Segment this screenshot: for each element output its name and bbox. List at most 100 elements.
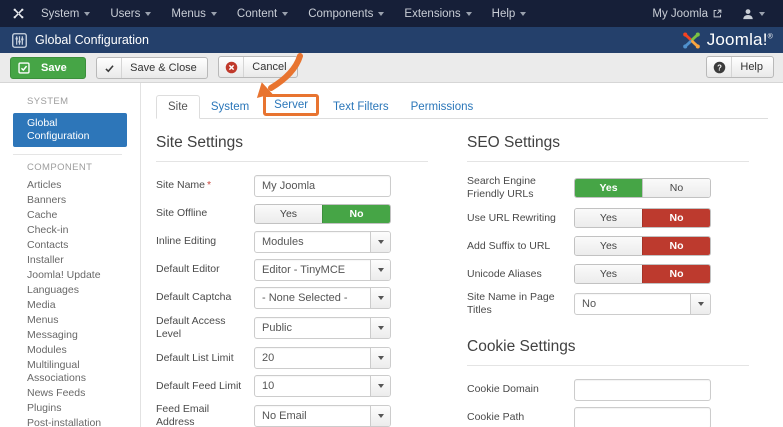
menu-extensions[interactable]: Extensions: [394, 0, 481, 27]
options-sliders-icon: [12, 33, 27, 48]
sef-urls-label: Search Engine Friendly URLs: [467, 175, 574, 201]
sidebar-item-messaging[interactable]: Messaging: [0, 328, 140, 343]
help-button[interactable]: ? Help: [706, 56, 774, 78]
sidebar-item-multilingual-associations[interactable]: Multilingual Associations: [0, 358, 140, 386]
help-label: Help: [740, 61, 763, 73]
feed-email-address-select[interactable]: No Email: [254, 405, 391, 427]
unicode-aliases-yes-button[interactable]: Yes: [575, 265, 642, 283]
config-tabs: Site System Server Text Filters Permissi…: [156, 94, 768, 119]
sidebar-item-menus[interactable]: Menus: [0, 313, 140, 328]
feed-email-address-row: Feed Email Address No Email: [156, 403, 428, 427]
feed-email-address-label: Feed Email Address: [156, 403, 254, 427]
cookie-domain-row: Cookie Domain: [467, 379, 749, 401]
seo-settings-heading: SEO Settings: [467, 130, 749, 162]
site-settings-heading: Site Settings: [156, 130, 428, 162]
default-list-limit-label: Default List Limit: [156, 352, 254, 365]
sidebar-item-installer[interactable]: Installer: [0, 253, 140, 268]
site-name-in-titles-select[interactable]: No: [574, 293, 711, 315]
toolbar-left: Save Save & Close Cancel: [10, 56, 304, 79]
sidebar-item-media[interactable]: Media: [0, 298, 140, 313]
save-and-close-button[interactable]: Save & Close: [96, 57, 208, 79]
default-feed-limit-label: Default Feed Limit: [156, 380, 254, 393]
sidebar-item-languages[interactable]: Languages: [0, 283, 140, 298]
cancel-icon: [219, 57, 244, 77]
site-preview-link[interactable]: My Joomla: [642, 0, 732, 27]
cookie-domain-input[interactable]: [574, 379, 711, 401]
sidebar-item-news-feeds[interactable]: News Feeds: [0, 386, 140, 401]
menu-menus[interactable]: Menus: [161, 0, 227, 27]
add-suffix-no-button[interactable]: No: [642, 237, 710, 255]
select-value: 10: [255, 380, 370, 392]
chevron-down-icon: [759, 12, 765, 16]
default-feed-limit-select[interactable]: 10: [254, 375, 391, 397]
form-columns: Site Settings Site Name* Site Offline Ye…: [156, 130, 768, 427]
menu-components-label: Components: [308, 8, 373, 20]
default-editor-select[interactable]: Editor - TinyMCE: [254, 259, 391, 281]
default-captcha-select[interactable]: - None Selected -: [254, 287, 391, 309]
save-button[interactable]: Save: [10, 57, 86, 79]
chevron-down-icon: [378, 12, 384, 16]
body-area: SYSTEM Global Configuration COMPONENT Ar…: [0, 83, 783, 427]
svg-text:?: ?: [717, 63, 722, 72]
sef-urls-yes-button[interactable]: Yes: [575, 179, 642, 197]
select-value: No Email: [255, 410, 370, 422]
tab-text-filters[interactable]: Text Filters: [322, 96, 400, 118]
tab-site[interactable]: Site: [156, 95, 200, 119]
menu-right: My Joomla: [642, 0, 775, 27]
sidebar-item-check-in[interactable]: Check-in: [0, 223, 140, 238]
default-list-limit-select[interactable]: 20: [254, 347, 391, 369]
add-suffix-yes-button[interactable]: Yes: [575, 237, 642, 255]
sidebar-item-modules[interactable]: Modules: [0, 343, 140, 358]
site-settings-rows: Site Name* Site Offline Yes No Inline Ed…: [156, 175, 428, 427]
tab-permissions[interactable]: Permissions: [400, 96, 485, 118]
menu-help[interactable]: Help: [482, 0, 537, 27]
joomla-logo-icon: [681, 30, 702, 51]
url-rewriting-no-button[interactable]: No: [642, 209, 710, 227]
sidebar-item-joomla-update[interactable]: Joomla! Update: [0, 268, 140, 283]
url-rewriting-yes-button[interactable]: Yes: [575, 209, 642, 227]
chevron-down-icon: [84, 12, 90, 16]
unicode-aliases-no-button[interactable]: No: [642, 265, 710, 283]
site-offline-label: Site Offline: [156, 207, 254, 220]
tab-server[interactable]: Server: [263, 94, 319, 116]
cookie-path-input[interactable]: [574, 407, 711, 427]
site-name-in-titles-row: Site Name in Page Titles No: [467, 291, 749, 317]
sidebar-item-banners[interactable]: Banners: [0, 193, 140, 208]
sef-urls-no-button[interactable]: No: [642, 179, 710, 197]
site-offline-no-button[interactable]: No: [322, 205, 390, 223]
sidebar-item-global-configuration[interactable]: Global Configuration: [13, 113, 127, 147]
chevron-down-icon: [370, 406, 390, 426]
joomla-x-icon: [12, 7, 25, 20]
save-and-close-label: Save & Close: [130, 62, 197, 74]
menu-system[interactable]: System: [31, 0, 100, 27]
joomla-logo: Joomla!®: [681, 30, 773, 51]
inline-editing-select[interactable]: Modules: [254, 231, 391, 253]
cookie-path-row: Cookie Path: [467, 407, 749, 427]
add-suffix-label: Add Suffix to URL: [467, 240, 574, 253]
menu-users[interactable]: Users: [100, 0, 161, 27]
sidebar-item-plugins[interactable]: Plugins: [0, 401, 140, 416]
chevron-down-icon: [690, 294, 710, 314]
sidebar-item-contacts[interactable]: Contacts: [0, 238, 140, 253]
cookie-settings-heading: Cookie Settings: [467, 334, 749, 366]
toolbar: Save Save & Close Cancel ? Help: [0, 53, 783, 83]
default-list-limit-row: Default List Limit 20: [156, 347, 428, 369]
tab-system[interactable]: System: [200, 96, 260, 118]
default-access-level-select[interactable]: Public: [254, 317, 391, 339]
sidebar-section-component: COMPONENT: [0, 162, 140, 178]
sidebar-item-post-installation-messages[interactable]: Post-installation Messages: [0, 416, 140, 427]
menu-content[interactable]: Content: [227, 0, 298, 27]
select-value: Editor - TinyMCE: [255, 264, 370, 276]
cancel-button[interactable]: Cancel: [218, 56, 297, 78]
site-offline-yes-button[interactable]: Yes: [255, 205, 322, 223]
joomla-glyph-icon[interactable]: [10, 7, 31, 20]
site-name-input[interactable]: [254, 175, 391, 197]
user-menu[interactable]: [732, 0, 775, 27]
sidebar-item-articles[interactable]: Articles: [0, 178, 140, 193]
cookie-path-label: Cookie Path: [467, 411, 574, 424]
site-name-label: My Joomla: [652, 8, 708, 20]
sidebar-item-cache[interactable]: Cache: [0, 208, 140, 223]
default-captcha-label: Default Captcha: [156, 291, 254, 304]
menu-components[interactable]: Components: [298, 0, 394, 27]
default-feed-limit-row: Default Feed Limit 10: [156, 375, 428, 397]
